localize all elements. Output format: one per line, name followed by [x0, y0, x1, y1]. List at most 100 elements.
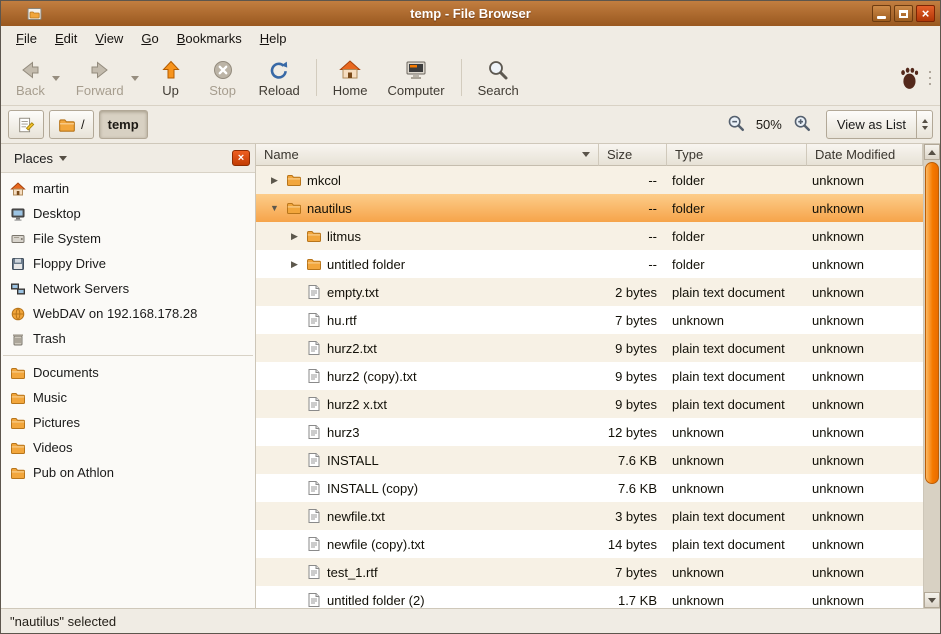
- scrollbar-track[interactable]: [924, 160, 940, 592]
- vertical-scrollbar[interactable]: [923, 144, 940, 608]
- view-as-dropdown[interactable]: View as List: [826, 110, 933, 139]
- toolbar-button-label: Reload: [259, 83, 300, 98]
- sidebar-item-martin[interactable]: martin: [1, 176, 255, 201]
- path-button-current[interactable]: temp: [99, 110, 148, 139]
- zoom-in-button[interactable]: [791, 114, 813, 136]
- status-text: "nautilus" selected: [10, 614, 116, 629]
- path-button-root[interactable]: /: [49, 110, 94, 139]
- menu-help[interactable]: Help: [251, 28, 296, 49]
- column-header-label: Size: [607, 147, 632, 162]
- edit-location-button[interactable]: [8, 110, 44, 139]
- reload-button[interactable]: Reload: [250, 52, 309, 103]
- maximize-button[interactable]: [894, 5, 913, 22]
- column-header-name[interactable]: Name: [256, 144, 599, 166]
- sidebar-separator: [3, 355, 253, 356]
- sidebar-item-webdav-on-192-168-178-28[interactable]: WebDAV on 192.168.178.28: [1, 301, 255, 326]
- menu-edit[interactable]: Edit: [46, 28, 86, 49]
- column-header-type[interactable]: Type: [667, 144, 807, 166]
- menu-file[interactable]: File: [7, 28, 46, 49]
- close-button[interactable]: ×: [916, 5, 935, 22]
- toolbar-button-label: Stop: [209, 83, 236, 98]
- table-row[interactable]: untitled folder (2)1.7 KBunknownunknown: [256, 586, 923, 608]
- places-selector-button[interactable]: Places: [6, 147, 75, 170]
- sidebar-item-pictures[interactable]: Pictures: [1, 410, 255, 435]
- file-type-cell: plain text document: [667, 537, 807, 552]
- sidebar-close-button[interactable]: ×: [232, 150, 250, 166]
- home-button[interactable]: Home: [324, 52, 377, 103]
- sidebar-item-videos[interactable]: Videos: [1, 435, 255, 460]
- table-row[interactable]: ▶mkcol--folderunknown: [256, 166, 923, 194]
- table-row[interactable]: empty.txt2 bytesplain text documentunkno…: [256, 278, 923, 306]
- menu-bookmarks[interactable]: Bookmarks: [168, 28, 251, 49]
- file-type-cell: unknown: [667, 453, 807, 468]
- window-icon: [26, 6, 43, 22]
- menu-go[interactable]: Go: [132, 28, 167, 49]
- sidebar-item-desktop[interactable]: Desktop: [1, 201, 255, 226]
- file-name-label: INSTALL (copy): [327, 481, 418, 496]
- sidebar-item-trash[interactable]: Trash: [1, 326, 255, 351]
- table-row[interactable]: newfile (copy).txt14 bytesplain text doc…: [256, 530, 923, 558]
- table-row[interactable]: hu.rtf7 bytesunknownunknown: [256, 306, 923, 334]
- expander-open-icon[interactable]: ▼: [268, 203, 281, 213]
- maximize-icon: [899, 10, 908, 18]
- sidebar-item-floppy-drive[interactable]: Floppy Drive: [1, 251, 255, 276]
- search-button[interactable]: Search: [469, 52, 528, 103]
- home-icon: [338, 58, 362, 82]
- edit-location-icon: [17, 116, 35, 134]
- table-row[interactable]: hurz2 (copy).txt9 bytesplain text docume…: [256, 362, 923, 390]
- up-button[interactable]: Up: [146, 52, 196, 103]
- trash-icon: [10, 331, 26, 347]
- table-row[interactable]: INSTALL (copy)7.6 KBunknownunknown: [256, 474, 923, 502]
- zoom-out-button[interactable]: [725, 114, 747, 136]
- close-icon: ×: [238, 153, 244, 164]
- reload-icon: [267, 58, 291, 82]
- scrollbar-thumb[interactable]: [925, 162, 939, 484]
- table-row[interactable]: hurz312 bytesunknownunknown: [256, 418, 923, 446]
- sidebar-item-pub-on-athlon[interactable]: Pub on Athlon: [1, 460, 255, 485]
- table-row[interactable]: INSTALL7.6 KBunknownunknown: [256, 446, 923, 474]
- table-row[interactable]: hurz2.txt9 bytesplain text documentunkno…: [256, 334, 923, 362]
- folder-icon: [10, 390, 26, 406]
- file-date-cell: unknown: [807, 201, 923, 216]
- table-row[interactable]: ▶litmus--folderunknown: [256, 222, 923, 250]
- sidebar-item-music[interactable]: Music: [1, 385, 255, 410]
- table-row[interactable]: hurz2 x.txt9 bytesplain text documentunk…: [256, 390, 923, 418]
- file-size-cell: --: [599, 173, 667, 188]
- file-name-cell: ▼nautilus: [256, 200, 599, 216]
- scroll-up-button[interactable]: [924, 144, 940, 160]
- file-name-cell: INSTALL (copy): [256, 480, 599, 496]
- file-date-cell: unknown: [807, 593, 923, 608]
- text-file-icon: [306, 592, 322, 608]
- column-header-size[interactable]: Size: [599, 144, 667, 166]
- table-row[interactable]: ▼nautilus--folderunknown: [256, 194, 923, 222]
- column-header-date-modified[interactable]: Date Modified: [807, 144, 923, 166]
- sidebar-item-file-system[interactable]: File System: [1, 226, 255, 251]
- menu-view[interactable]: View: [86, 28, 132, 49]
- toolbar-button-label: Up: [162, 83, 179, 98]
- computer-button[interactable]: Computer: [378, 52, 453, 103]
- titlebar[interactable]: temp - File Browser ×: [1, 1, 940, 26]
- network-icon: [10, 281, 26, 297]
- file-size-cell: 2 bytes: [599, 285, 667, 300]
- table-row[interactable]: test_1.rtf7 bytesunknownunknown: [256, 558, 923, 586]
- path-root-label: /: [81, 117, 85, 132]
- file-date-cell: unknown: [807, 285, 923, 300]
- expander-closed-icon[interactable]: ▶: [268, 175, 281, 186]
- table-row[interactable]: newfile.txt3 bytesplain text documentunk…: [256, 502, 923, 530]
- main-area: Places × martinDesktopFile SystemFloppy …: [1, 144, 940, 608]
- file-type-cell: plain text document: [667, 341, 807, 356]
- stop-icon: [211, 58, 235, 82]
- file-name-cell: test_1.rtf: [256, 564, 599, 580]
- table-row[interactable]: ▶untitled folder--folderunknown: [256, 250, 923, 278]
- back-icon: [18, 58, 42, 82]
- expander-closed-icon[interactable]: ▶: [288, 259, 301, 270]
- places-label: Places: [14, 151, 53, 166]
- expander-closed-icon[interactable]: ▶: [288, 231, 301, 242]
- minimize-button[interactable]: [872, 5, 891, 22]
- sidebar-item-documents[interactable]: Documents: [1, 360, 255, 385]
- sidebar-item-network-servers[interactable]: Network Servers: [1, 276, 255, 301]
- file-name-label: hurz2.txt: [327, 341, 377, 356]
- scroll-down-button[interactable]: [924, 592, 940, 608]
- file-name-cell: ▶ mkcol: [256, 172, 599, 188]
- file-name-label: mkcol: [307, 173, 341, 188]
